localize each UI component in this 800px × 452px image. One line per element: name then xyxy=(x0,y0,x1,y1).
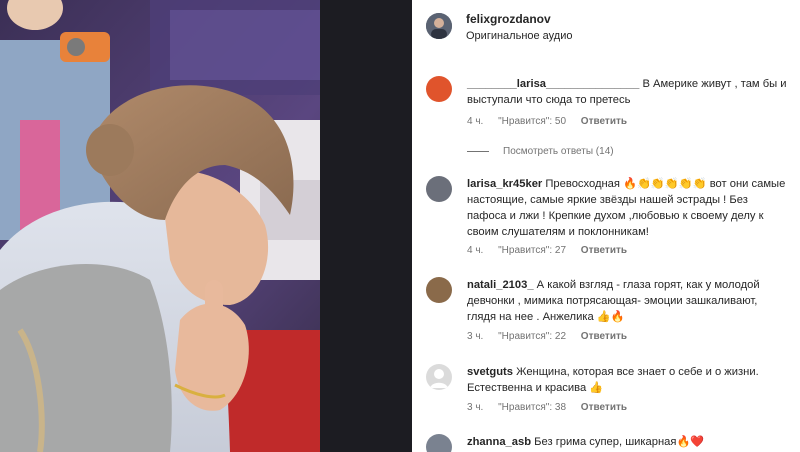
video-frame[interactable] xyxy=(0,0,412,452)
comment-time: 4 ч. xyxy=(467,245,484,256)
comment-meta: 4 ч. "Нравится": 50 Ответить xyxy=(467,116,639,127)
commenter-username[interactable]: svetguts xyxy=(467,366,513,378)
replies-divider xyxy=(467,150,489,152)
commenter-username[interactable]: zhanna_asb xyxy=(467,436,531,448)
comment-likes[interactable]: "Нравится": 22 xyxy=(498,331,566,342)
comment-likes[interactable]: "Нравится": 38 xyxy=(498,402,566,413)
reply-button[interactable]: Ответить xyxy=(581,245,627,256)
reply-button[interactable]: Ответить xyxy=(581,116,627,127)
default-avatar-icon xyxy=(430,369,448,388)
commenter-username[interactable]: natali_2103_ xyxy=(467,279,534,291)
commenter-avatar[interactable] xyxy=(426,364,452,390)
post-header: felixgrozdanov Оригинальное аудио xyxy=(412,0,800,52)
commenter-avatar[interactable] xyxy=(426,176,452,202)
comments-panel: felixgrozdanov Оригинальное аудио ______… xyxy=(412,0,800,452)
view-replies-label: Посмотреть ответы (14) xyxy=(503,146,614,157)
comment-body: ________larisa_______________ В Америке … xyxy=(467,76,787,108)
comment-body: larisa_kr45ker Превосходная 🔥👏👏👏👏👏 вот о… xyxy=(467,176,787,240)
post-author-username[interactable]: felixgrozdanov xyxy=(466,12,551,26)
commenter-avatar[interactable] xyxy=(426,277,452,303)
comment-time: 3 ч. xyxy=(467,331,484,342)
comment-meta: 3 ч. "Нравится": 38 Ответить xyxy=(467,402,639,413)
author-avatar-image xyxy=(426,13,452,39)
comment-body: natali_2103_ А какой взгляд - глаза горя… xyxy=(467,277,787,325)
commenter-avatar[interactable] xyxy=(426,434,452,452)
comment-text: Без грима супер, шикарная🔥❤️ xyxy=(534,436,705,448)
reply-button[interactable]: Ответить xyxy=(581,402,627,413)
commenter-avatar[interactable] xyxy=(426,76,452,102)
comment-meta: 4 ч. "Нравится": 27 Ответить xyxy=(467,245,639,256)
commenter-username[interactable]: ________larisa_______________ xyxy=(467,78,639,90)
comment-likes[interactable]: "Нравится": 50 xyxy=(498,116,566,127)
comment-likes[interactable]: "Нравится": 27 xyxy=(498,245,566,256)
reply-button[interactable]: Ответить xyxy=(581,331,627,342)
view-replies-button[interactable]: Посмотреть ответы (14) xyxy=(467,146,614,157)
comment-time: 4 ч. xyxy=(467,116,484,127)
post-author-avatar[interactable] xyxy=(426,13,452,39)
post-audio-label[interactable]: Оригинальное аудио xyxy=(466,30,573,42)
comment-body: svetguts Женщина, которая все знает о се… xyxy=(467,364,787,396)
video-image xyxy=(0,0,412,452)
commenter-username[interactable]: larisa_kr45ker xyxy=(467,178,542,190)
comment-body: zhanna_asb Без грима супер, шикарная🔥❤️ xyxy=(467,434,787,450)
comment-time: 3 ч. xyxy=(467,402,484,413)
comment-meta: 3 ч. "Нравится": 22 Ответить xyxy=(467,331,639,342)
